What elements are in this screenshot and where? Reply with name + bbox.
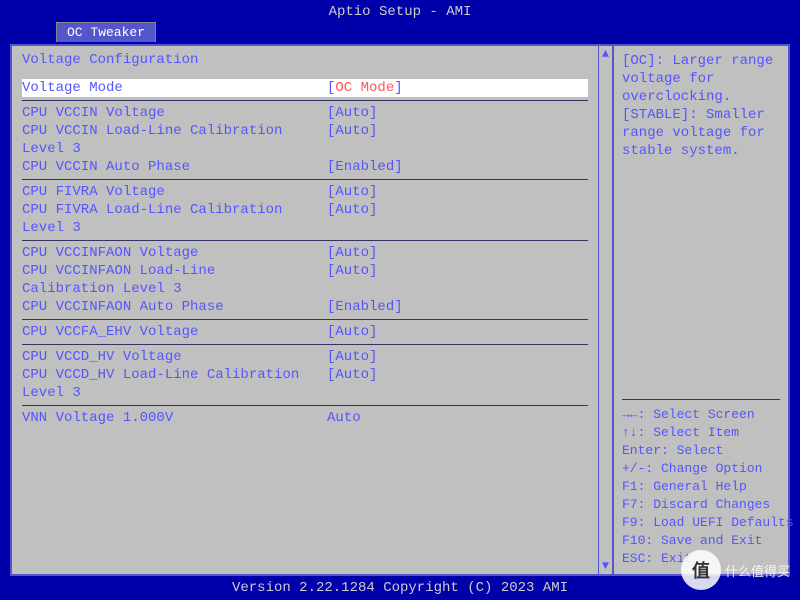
- setting-value[interactable]: [Auto]: [327, 122, 377, 140]
- setting-row[interactable]: CPU FIVRA Load-Line Calibration[Auto]: [22, 201, 588, 219]
- tab-oc-tweaker[interactable]: OC Tweaker: [56, 22, 156, 42]
- key-hint: F10: Save and Exit: [622, 532, 780, 550]
- setting-row[interactable]: CPU VCCINFAON Voltage[Auto]: [22, 244, 588, 262]
- setting-value[interactable]: [Enabled]: [327, 298, 403, 316]
- setting-row[interactable]: CPU VCCINFAON Load-Line[Auto]: [22, 262, 588, 280]
- key-hint: +/-: Change Option: [622, 460, 780, 478]
- setting-value[interactable]: [Auto]: [327, 183, 377, 201]
- setting-label: VNN Voltage 1.000V: [22, 409, 327, 427]
- setting-value[interactable]: [Auto]: [327, 201, 377, 219]
- setting-row[interactable]: CPU VCCD_HV Load-Line Calibration[Auto]: [22, 366, 588, 384]
- setting-label: CPU FIVRA Load-Line Calibration: [22, 201, 327, 219]
- setting-value[interactable]: Auto: [327, 409, 361, 427]
- setting-label: Calibration Level 3: [22, 280, 327, 298]
- watermark: 值 什么值得买: [681, 550, 790, 590]
- scroll-down-icon[interactable]: ▼: [602, 560, 609, 572]
- setting-label: CPU VCCINFAON Load-Line: [22, 262, 327, 280]
- key-hint: →←: Select Screen: [622, 406, 780, 424]
- setting-value[interactable]: [OC Mode]: [327, 79, 403, 97]
- setting-label: Level 3: [22, 384, 327, 402]
- setting-label: CPU VCCINFAON Voltage: [22, 244, 327, 262]
- key-hint: F7: Discard Changes: [622, 496, 780, 514]
- setting-label: CPU VCCD_HV Voltage: [22, 348, 327, 366]
- setting-label: CPU FIVRA Voltage: [22, 183, 327, 201]
- setting-label: Voltage Mode: [22, 79, 327, 97]
- divider: [22, 240, 588, 241]
- scroll-up-icon[interactable]: ▲: [602, 48, 609, 60]
- key-hint: F9: Load UEFI Defaults: [622, 514, 780, 532]
- setting-row[interactable]: CPU VCCIN Auto Phase[Enabled]: [22, 158, 588, 176]
- watermark-badge-icon: 值: [681, 550, 721, 590]
- setting-row[interactable]: CPU VCCFA_EHV Voltage[Auto]: [22, 323, 588, 341]
- setting-label: CPU VCCD_HV Load-Line Calibration: [22, 366, 327, 384]
- help-pane: [OC]: Larger range voltage for overclock…: [612, 46, 788, 574]
- setting-label: CPU VCCIN Auto Phase: [22, 158, 327, 176]
- setting-value[interactable]: [Enabled]: [327, 158, 403, 176]
- divider: [22, 344, 588, 345]
- setting-row[interactable]: CPU VCCD_HV Voltage[Auto]: [22, 348, 588, 366]
- setting-row[interactable]: Calibration Level 3: [22, 280, 588, 298]
- setting-row[interactable]: VNN Voltage 1.000VAuto: [22, 409, 588, 427]
- setting-row[interactable]: CPU VCCINFAON Auto Phase[Enabled]: [22, 298, 588, 316]
- setting-row[interactable]: Level 3: [22, 384, 588, 402]
- setting-row[interactable]: Level 3: [22, 140, 588, 158]
- setting-label: CPU VCCIN Load-Line Calibration: [22, 122, 327, 140]
- setting-label: Level 3: [22, 140, 327, 158]
- setting-value[interactable]: [Auto]: [327, 104, 377, 122]
- divider: [22, 319, 588, 320]
- setting-value[interactable]: [Auto]: [327, 348, 377, 366]
- section-title: Voltage Configuration: [22, 52, 588, 68]
- setting-label: Level 3: [22, 219, 327, 237]
- key-legend: →←: Select Screen↑↓: Select ItemEnter: S…: [622, 406, 780, 568]
- setting-value[interactable]: [Auto]: [327, 244, 377, 262]
- setting-label: CPU VCCIN Voltage: [22, 104, 327, 122]
- tab-row: OC Tweaker: [0, 22, 800, 42]
- setting-value[interactable]: [Auto]: [327, 262, 377, 280]
- scrollbar[interactable]: ▲ ▼: [598, 46, 612, 574]
- key-hint: ↑↓: Select Item: [622, 424, 780, 442]
- setting-value[interactable]: [Auto]: [327, 323, 377, 341]
- key-hint: Enter: Select: [622, 442, 780, 460]
- settings-pane: Voltage Configuration Voltage Mode[OC Mo…: [12, 46, 598, 574]
- setting-row[interactable]: Level 3: [22, 219, 588, 237]
- setting-label: CPU VCCINFAON Auto Phase: [22, 298, 327, 316]
- setting-row[interactable]: CPU VCCIN Load-Line Calibration[Auto]: [22, 122, 588, 140]
- help-text: [OC]: Larger range voltage for overclock…: [622, 52, 780, 160]
- setting-value[interactable]: [Auto]: [327, 366, 377, 384]
- divider: [22, 100, 588, 101]
- setting-label: CPU VCCFA_EHV Voltage: [22, 323, 327, 341]
- divider: [22, 179, 588, 180]
- watermark-text: 什么值得买: [725, 561, 790, 580]
- setting-row[interactable]: Voltage Mode[OC Mode]: [22, 79, 588, 97]
- main-frame: Voltage Configuration Voltage Mode[OC Mo…: [10, 44, 790, 576]
- setting-row[interactable]: CPU VCCIN Voltage[Auto]: [22, 104, 588, 122]
- divider: [22, 405, 588, 406]
- window-title: Aptio Setup - AMI: [0, 0, 800, 22]
- key-hint: F1: General Help: [622, 478, 780, 496]
- help-divider: [622, 399, 780, 400]
- setting-row[interactable]: CPU FIVRA Voltage[Auto]: [22, 183, 588, 201]
